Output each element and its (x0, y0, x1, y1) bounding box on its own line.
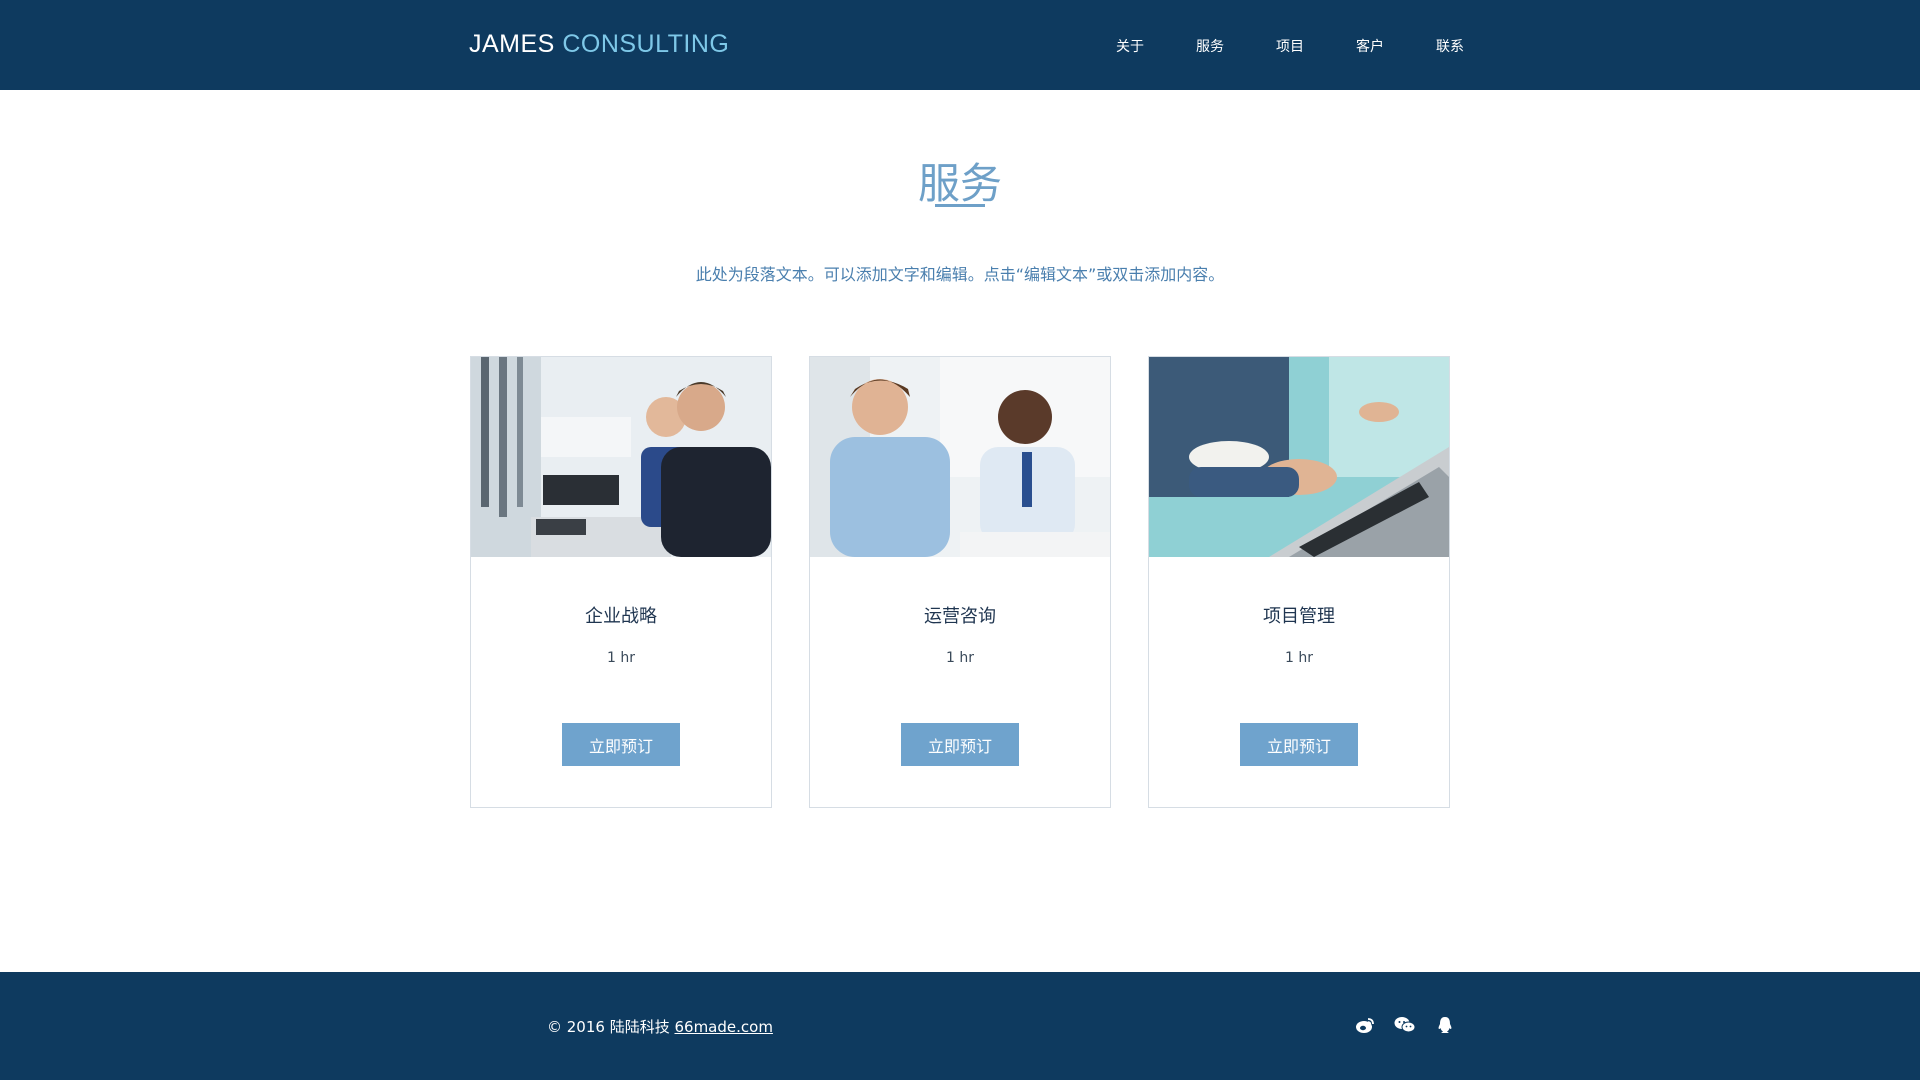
laptop-typing-photo (1149, 357, 1449, 557)
service-duration: 1 hr (607, 650, 635, 666)
section-title: 服务 (917, 159, 1002, 208)
logo-consulting: CONSULTING (562, 30, 730, 58)
book-now-button[interactable]: 立即预订 (1240, 723, 1358, 766)
site-logo[interactable]: JAMES CONSULTING (469, 30, 729, 59)
weibo-icon[interactable] (1354, 1014, 1376, 1036)
copyright-prefix: © 2016 陆陆科技 (547, 1018, 675, 1036)
service-card-operations: 运营咨询 1 hr 立即预订 (809, 356, 1111, 808)
service-name: 项目管理 (1263, 606, 1335, 627)
service-name: 企业战略 (585, 606, 657, 627)
service-card-project-management: 项目管理 1 hr 立即预订 (1148, 356, 1450, 808)
service-duration: 1 hr (946, 650, 974, 666)
service-card-strategy: 企业战略 1 hr 立即预订 (470, 356, 772, 808)
site-footer: © 2016 陆陆科技 66made.com (0, 972, 1920, 1080)
book-now-button[interactable]: 立即预订 (562, 723, 680, 766)
site-header: JAMES CONSULTING 关于 服务 项目 客户 联系 (0, 0, 1920, 90)
qq-icon[interactable] (1434, 1014, 1456, 1036)
handshake-discussion-photo (810, 357, 1110, 557)
wechat-icon[interactable] (1394, 1014, 1416, 1036)
business-meeting-photo (471, 357, 771, 557)
social-links (1354, 1014, 1456, 1036)
copyright-text: © 2016 陆陆科技 66made.com (547, 1016, 773, 1037)
nav-item-services[interactable]: 服务 (1170, 36, 1250, 56)
service-name: 运营咨询 (924, 606, 996, 627)
logo-name: JAMES (469, 30, 555, 58)
nav-item-projects[interactable]: 项目 (1250, 36, 1330, 56)
nav-item-contact[interactable]: 联系 (1410, 36, 1490, 56)
nav-item-about[interactable]: 关于 (1090, 36, 1170, 56)
service-duration: 1 hr (1285, 650, 1313, 666)
section-intro: 此处为段落文本。可以添加文字和编辑。点击“编辑文本”或双击添加内容。 (695, 265, 1225, 284)
book-now-button[interactable]: 立即预订 (901, 723, 1019, 766)
main-nav: 关于 服务 项目 客户 联系 (1090, 36, 1490, 56)
nav-item-clients[interactable]: 客户 (1330, 36, 1410, 56)
site-link[interactable]: 66made.com (674, 1018, 772, 1036)
title-underline (935, 204, 985, 207)
